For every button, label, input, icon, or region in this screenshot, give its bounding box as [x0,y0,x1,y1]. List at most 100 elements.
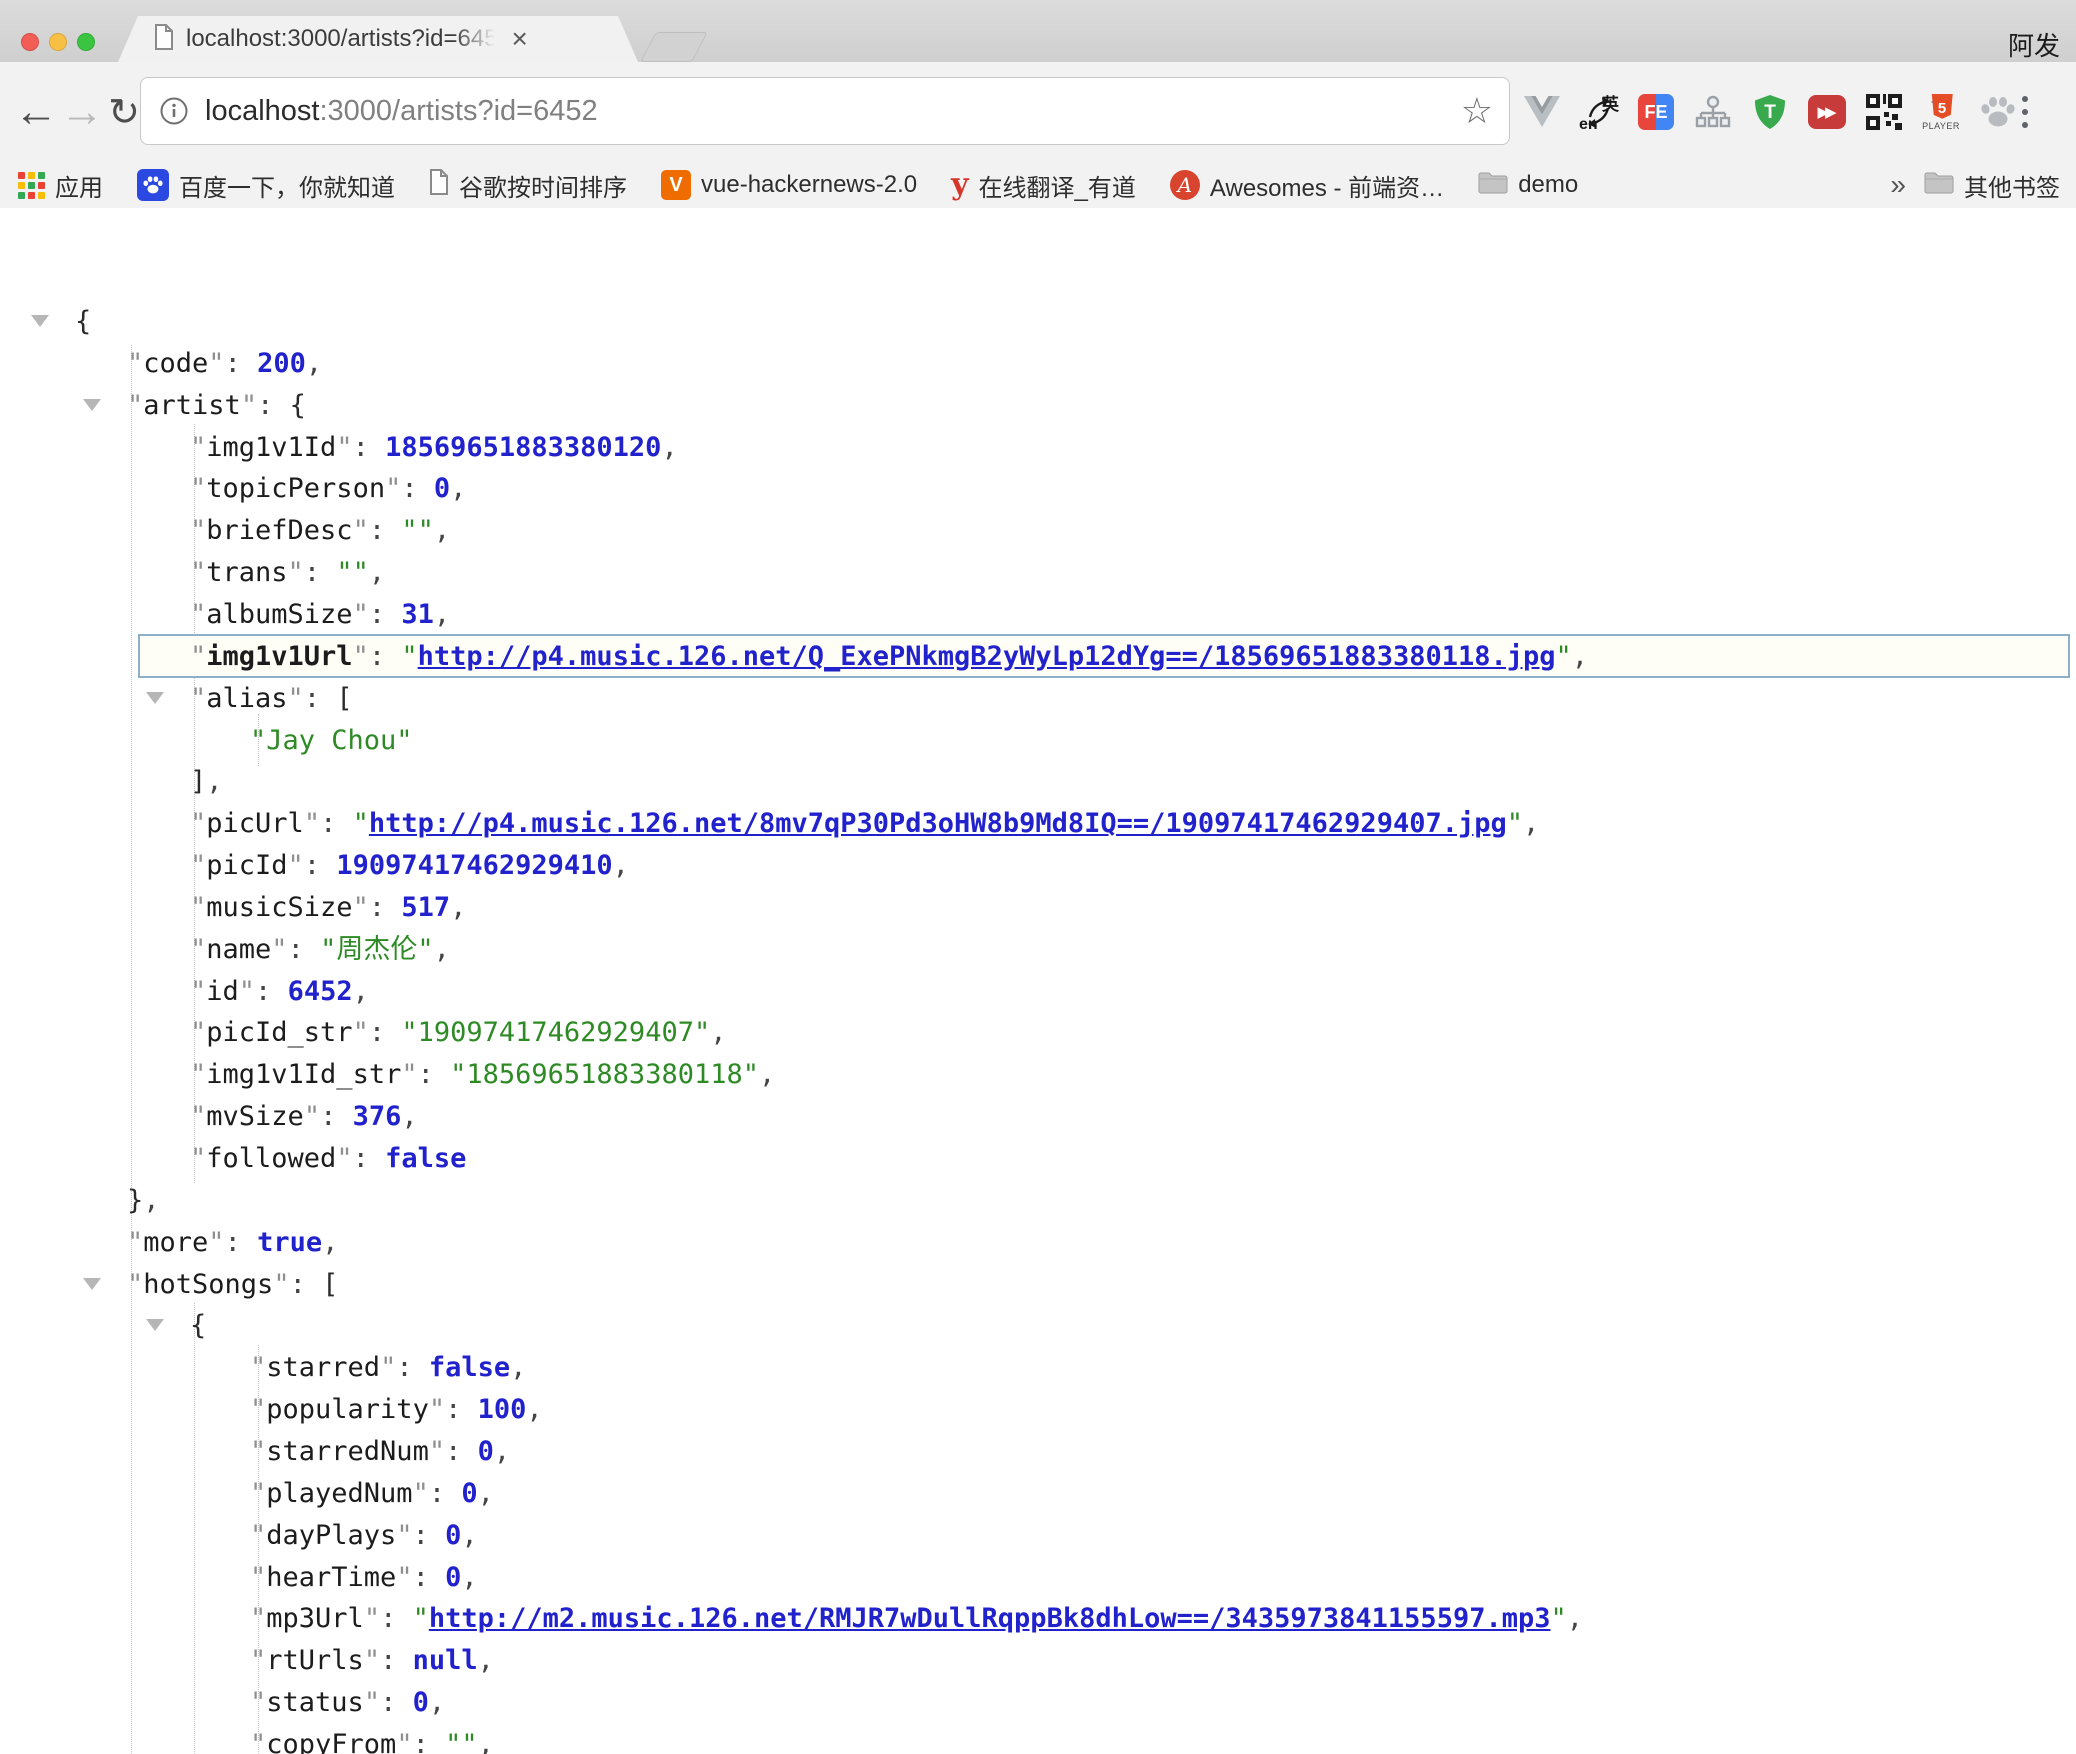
json-line: "popularity": 100, [0,1389,2076,1431]
url-host: localhost [205,95,319,127]
json-line: "starredNum": 0, [0,1431,2076,1473]
json-line: "copyFrom": "", [0,1724,2076,1754]
json-line: "more": true, [0,1222,2076,1264]
browser-toolbar: ← → ↻ localhost:3000/artists?id=6452 ☆ 英… [0,62,2076,162]
json-line: "albumSize": 31, [0,594,2076,636]
browser-profile-name[interactable]: 阿发 [2008,26,2060,63]
bookmark-label: vue-hackernews-2.0 [701,171,917,199]
json-line: "img1v1Id": 18569651883380120, [0,427,2076,469]
bookmark-label: 应用 [55,168,103,203]
svg-text:5: 5 [1938,100,1946,117]
browser-tab[interactable]: localhost:3000/artists?id=645 × [118,16,638,62]
json-line: "artist": { [0,385,2076,427]
json-line: "hearTime": 0, [0,1557,2076,1599]
json-line: "Jay Chou" [0,720,2076,762]
mac-minimize-button[interactable] [49,33,67,51]
page-info-icon[interactable] [159,96,189,126]
youdao-icon: y [951,170,968,200]
json-line: ], [0,761,2076,803]
apps-grid-icon [18,172,45,199]
json-line: "picId_str": "19097417462929407", [0,1012,2076,1054]
json-line: { [0,1305,2076,1347]
html5-player-icon[interactable]: 5 PLAYER [1921,92,1961,132]
json-line: "followed": false [0,1138,2076,1180]
bookmark-label: Awesomes - 前端资… [1210,168,1444,203]
vue-icon: V [661,170,691,200]
json-line: "starred": false, [0,1347,2076,1389]
bookmark-label: 谷歌按时间排序 [459,168,627,203]
other-bookmarks-folder[interactable]: 其他书签 [1924,168,2060,203]
json-url-link[interactable]: http://p4.music.126.net/8mv7qP30Pd3oHW8b… [369,808,1507,839]
folder-icon [1924,170,1954,201]
page-icon [154,24,174,55]
collapse-toggle-icon[interactable] [146,692,164,704]
mac-close-button[interactable] [21,33,39,51]
bookmark-label: demo [1518,171,1578,199]
tab-strip: localhost:3000/artists?id=645 × 阿发 [0,0,2076,62]
json-line: "mp3Url": "http://m2.music.126.net/RMJR7… [0,1598,2076,1640]
bookmark-star-icon[interactable]: ☆ [1461,93,1493,129]
new-tab-button[interactable] [640,32,708,62]
bookmark-item[interactable]: demo [1478,170,1578,201]
bookmarks-bar: 应用 百度一下，你就知道 谷歌按时间排序 Vvue-hackernews-2.0 y 在线… [0,162,2076,209]
json-line: "dayPlays": 0, [0,1515,2076,1557]
paw-icon[interactable] [1978,92,2018,132]
bookmarks-overflow-icon[interactable]: » [1890,169,1906,201]
browser-window: localhost:3000/artists?id=645 × 阿发 ← → ↻… [0,0,2076,1754]
bookmark-label: 百度一下，你就知道 [179,168,395,203]
qr-code-icon[interactable] [1864,92,1904,132]
reload-button[interactable]: ↻ [104,62,144,162]
tab-close-icon[interactable]: × [512,25,528,53]
json-line: "name": "周杰伦", [0,929,2076,971]
bookmark-item[interactable]: Vvue-hackernews-2.0 [661,170,917,200]
json-line: "trans": "", [0,552,2076,594]
sitemap-icon[interactable] [1693,92,1733,132]
json-line: "code": 200, [0,343,2076,385]
json-line: "picId": 19097417462929410, [0,845,2076,887]
json-line: "id": 6452, [0,971,2076,1013]
baidu-paw-icon [137,169,169,201]
awesomes-icon: A [1170,170,1200,200]
json-line: "topicPerson": 0, [0,468,2076,510]
json-line: "mvSize": 376, [0,1096,2076,1138]
forward-button[interactable]: → [60,62,104,162]
browser-menu-icon[interactable] [2022,62,2028,162]
mac-maximize-button[interactable] [77,33,95,51]
video-speed-icon[interactable]: ▶▶ [1807,92,1847,132]
json-line: "playedNum": 0, [0,1473,2076,1515]
json-line: "picUrl": "http://p4.music.126.net/8mv7q… [0,803,2076,845]
vue-devtools-icon[interactable] [1522,92,1562,132]
url-path: :3000/artists?id=6452 [319,95,597,127]
back-button[interactable]: ← [14,62,58,162]
translate-icon[interactable]: 英en [1579,92,1619,132]
json-url-link[interactable]: http://m2.music.126.net/RMJR7wDullRqppBk… [429,1603,1551,1634]
bookmark-item[interactable]: 百度一下，你就知道 [137,168,395,203]
json-line: "hotSongs": [ [0,1264,2076,1306]
bookmark-item[interactable]: 谷歌按时间排序 [429,168,627,203]
json-line: "rtUrls": null, [0,1640,2076,1682]
address-bar[interactable]: localhost:3000/artists?id=6452 ☆ [140,77,1510,145]
json-line: "musicSize": 517, [0,887,2076,929]
tampermonkey-shield-icon[interactable]: T [1750,92,1790,132]
json-line: }, [0,1180,2076,1222]
bookmark-item[interactable]: 应用 [18,168,103,203]
bookmark-item[interactable]: A Awesomes - 前端资… [1170,168,1444,203]
collapse-toggle-icon[interactable] [83,399,101,411]
tab-title: localhost:3000/artists?id=645 [186,25,498,53]
collapse-toggle-icon[interactable] [31,315,49,327]
json-url-link[interactable]: http://p4.music.126.net/Q_ExePNkmgB2yWyL… [418,641,1556,672]
bookmark-label: 在线翻译_有道 [979,168,1136,203]
collapse-toggle-icon[interactable] [146,1319,164,1331]
svg-text:T: T [1764,102,1776,123]
collapse-toggle-icon[interactable] [83,1278,101,1290]
url-text[interactable]: localhost:3000/artists?id=6452 [205,95,1461,128]
json-line: "status": 0, [0,1682,2076,1724]
json-line: "alias": [ [0,678,2076,720]
json-line: "briefDesc": "", [0,510,2076,552]
bookmark-item[interactable]: y 在线翻译_有道 [951,168,1136,203]
page-icon [429,169,449,202]
folder-icon [1478,170,1508,201]
extension-row: 英en FE T ▶▶ 5 PLAYER [1522,62,2018,162]
json-viewer: { "code": 200,"artist": {"img1v1Id": 1856… [0,208,2076,1754]
fe-helper-icon[interactable]: FE [1636,92,1676,132]
